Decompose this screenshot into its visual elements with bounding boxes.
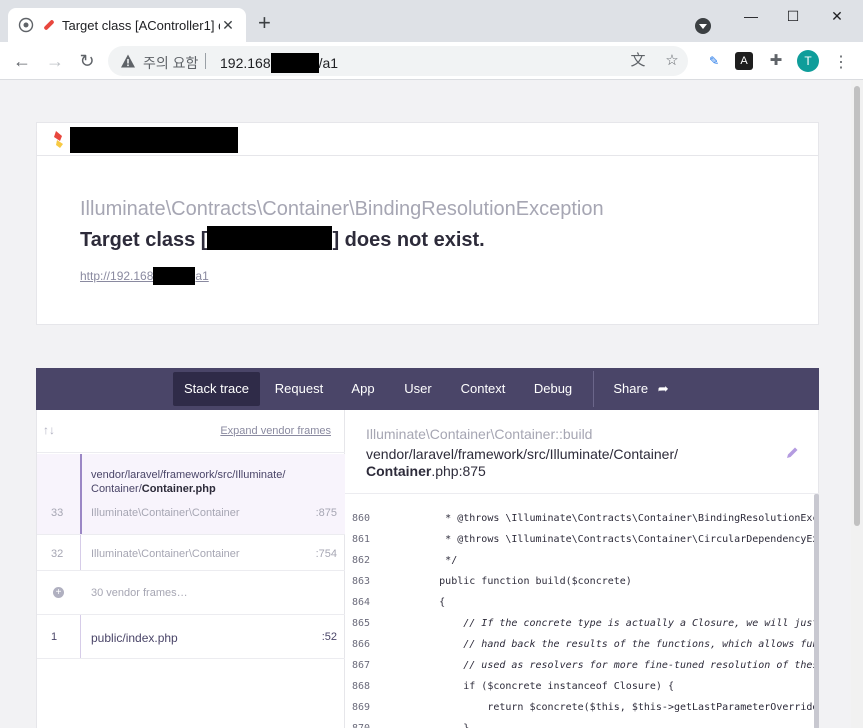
frame-class-method: Illuminate\Container\Container::build [366, 426, 593, 442]
frame-number: 32 [51, 548, 64, 560]
stack-frame-1[interactable]: 1 public/index.php :52 [37, 615, 345, 659]
stack-frame-33[interactable]: vendor/laravel/framework/src/Illuminate/… [37, 454, 345, 535]
tab-search-icon[interactable] [695, 18, 711, 34]
translate-icon[interactable]: 文 [630, 53, 646, 69]
address-bar[interactable]: 주의 요함 192.168/a1 文 ☆ [108, 46, 688, 76]
tab-debug[interactable]: Debug [525, 372, 581, 406]
ignition-logo-icon [54, 131, 63, 148]
frame-sort-arrows-icon[interactable]: ↑↓ [43, 423, 55, 437]
warning-icon[interactable] [120, 53, 136, 69]
code-snippet: 860 * @throws \Illuminate\Contracts\Cont… [345, 493, 819, 728]
frame-class: Illuminate\Container\Container [91, 548, 240, 560]
collapsed-vendor-frames[interactable]: + 30 vendor frames… [37, 571, 345, 615]
frame-path: vendor/laravel/framework/src/Illuminate/… [91, 469, 286, 495]
frame-class: Illuminate\Container\Container [91, 507, 240, 519]
tab-title: Target class [AController1] does not exi… [62, 17, 220, 33]
omnibox-divider [205, 53, 206, 69]
extension-icon[interactable]: ✎ [705, 52, 723, 70]
code-line: 866 // hand back the results of the func… [352, 639, 815, 650]
share-label: Share [613, 381, 649, 396]
back-icon[interactable]: ← [12, 51, 32, 71]
code-line: 865 // If the concrete type is actually … [352, 618, 815, 629]
bookmark-star-icon[interactable]: ☆ [664, 53, 680, 69]
browser-tab-bar: Target class [AController1] does not exi… [0, 0, 863, 42]
code-line: 863 public function build($concrete) [352, 576, 632, 587]
page-scrollbar-thumb[interactable] [854, 86, 860, 526]
vendor-frames-label: 30 vendor frames… [91, 587, 188, 599]
frame-number: 1 [51, 631, 58, 643]
page-scrollbar[interactable] [851, 80, 863, 728]
redaction-block [70, 127, 238, 153]
security-label[interactable]: 주의 요함 [143, 53, 198, 73]
frame-line: :52 [321, 631, 337, 643]
frame-marker [80, 615, 81, 658]
stack-frames-panel: ↑↓ Expand vendor frames vendor/laravel/f… [36, 410, 345, 728]
new-tab-button[interactable]: + [258, 12, 271, 34]
close-window-icon[interactable]: ✕ [827, 6, 847, 26]
code-line: 860 * @throws \Illuminate\Contracts\Cont… [352, 513, 815, 524]
edit-pencil-icon[interactable] [785, 446, 799, 460]
globe-icon [18, 17, 34, 33]
exception-message: Target class [] does not exist. [80, 226, 485, 252]
browser-tab[interactable]: Target class [AController1] does not exi… [8, 8, 246, 42]
code-line: 869 return $concrete($this, $this->getLa… [352, 702, 815, 713]
tab-context[interactable]: Context [453, 372, 513, 406]
url-text[interactable]: 192.168/a1 [220, 53, 338, 73]
tab-stack-trace[interactable]: Stack trace [173, 372, 260, 406]
frame-line: :875 [315, 507, 337, 519]
frame-file-path: vendor/laravel/framework/src/Illuminate/… [366, 446, 679, 479]
source-panel: Illuminate\Container\Container::build ve… [345, 410, 819, 728]
tab-close-icon[interactable]: ✕ [220, 17, 236, 34]
share-icon: ➦ [657, 381, 669, 396]
redaction-block [153, 267, 196, 285]
extension-a-icon[interactable]: A [735, 52, 753, 70]
error-tabs-nav: Stack trace Request App User Context Deb… [36, 368, 819, 410]
redaction-block [207, 226, 333, 250]
tab-user[interactable]: User [395, 372, 441, 406]
redaction-block [270, 53, 319, 73]
code-line: 867 // used as resolvers for more fine-t… [352, 660, 815, 671]
browser-toolbar: ← → ↻ 주의 요함 192.168/a1 文 ☆ ✎ A ✚ [0, 42, 863, 80]
ignition-header [36, 122, 819, 156]
tab-app[interactable]: App [341, 372, 385, 406]
maximize-icon[interactable]: ☐ [783, 6, 803, 26]
exception-card: Illuminate\Contracts\Container\BindingRe… [36, 155, 819, 325]
code-line: 870 } [345, 718, 819, 728]
stack-frame-32[interactable]: 32 Illuminate\Container\Container :754 [37, 535, 345, 571]
code-line: 862 */ [352, 555, 458, 566]
minimize-icon[interactable]: — [741, 6, 761, 26]
expand-plus-icon[interactable]: + [53, 587, 64, 598]
ignition-favicon-icon [44, 20, 54, 30]
code-line: 861 * @throws \Illuminate\Contracts\Cont… [352, 534, 815, 545]
code-line: 864 { [352, 597, 446, 608]
frame-marker [80, 535, 81, 570]
code-line: 868 if ($concrete instanceof Closure) { [352, 681, 674, 692]
request-url-link[interactable]: http://192.168 a1 [80, 267, 209, 285]
profile-avatar[interactable]: T [797, 50, 819, 72]
frame-marker [80, 454, 82, 534]
browser-menu-icon[interactable]: ⋮ [833, 52, 849, 72]
frame-file: public/index.php [91, 631, 178, 645]
tab-request[interactable]: Request [267, 372, 331, 406]
code-scrollbar[interactable] [814, 494, 819, 728]
expand-vendor-frames-link[interactable]: Expand vendor frames [220, 425, 331, 437]
share-button[interactable]: Share ➦ [606, 372, 676, 406]
exception-class: Illuminate\Contracts\Container\BindingRe… [80, 198, 604, 220]
nav-divider [593, 371, 594, 407]
frame-number: 33 [51, 507, 64, 519]
stack-frames-toolbar: ↑↓ Expand vendor frames [37, 410, 345, 453]
frame-line: :754 [315, 548, 337, 560]
reload-icon[interactable]: ↻ [77, 51, 97, 71]
forward-icon[interactable]: → [45, 51, 65, 71]
extensions-puzzle-icon[interactable]: ✚ [766, 51, 786, 71]
